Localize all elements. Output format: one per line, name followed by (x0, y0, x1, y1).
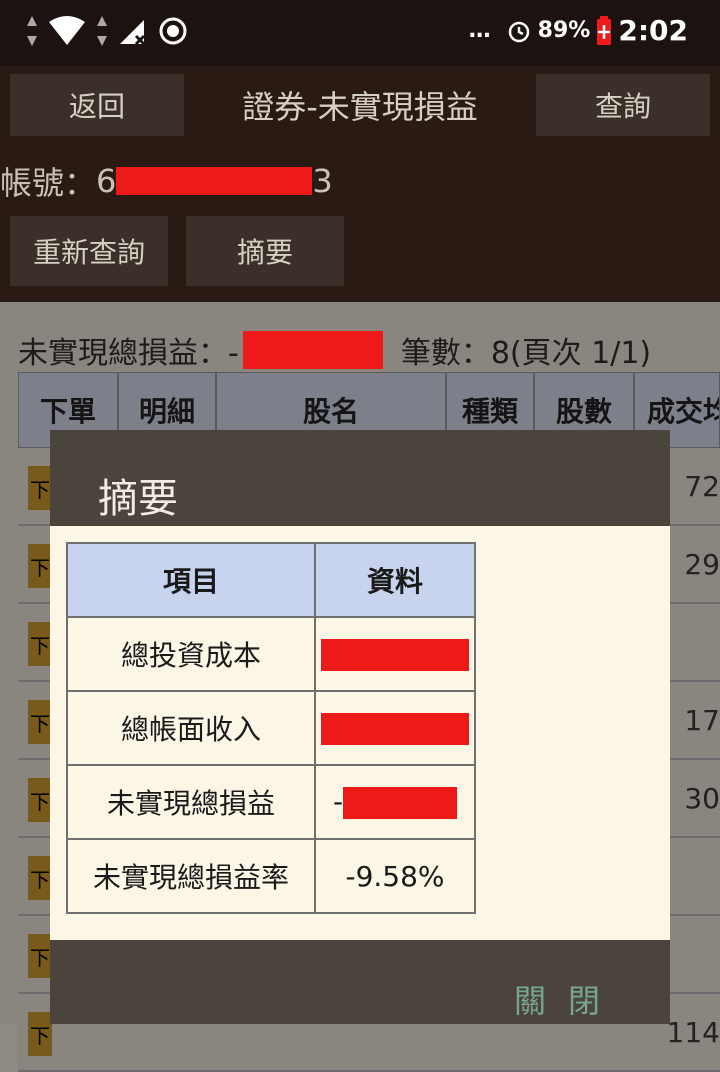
header-item: 項目 (66, 542, 316, 618)
app-header: 返回 證券-未實現損益 查詢 帳號： 6 3 重新查詢 摘要 (0, 66, 720, 302)
dialog-body: 項目 資料 總投資成本 總帳面收入 未實現總損益 - 未實現總損益率 -9.58… (50, 526, 670, 940)
order-button[interactable]: 下 (28, 934, 52, 978)
battery-icon (597, 15, 612, 45)
page-title: 證券-未實現損益 (242, 88, 478, 126)
record-count: 筆數：8(頁次 1/1) (400, 336, 652, 371)
unrealized-pl-label: 未實現總損益 (66, 764, 316, 840)
total-cost-label: 總投資成本 (66, 616, 316, 692)
order-button[interactable]: 下 (28, 1012, 52, 1056)
summary-table: 項目 資料 總投資成本 總帳面收入 未實現總損益 - 未實現總損益率 -9.58… (66, 542, 476, 914)
unrealized-pl-rate-label: 未實現總損益率 (66, 838, 316, 914)
row-price: 30 (684, 782, 720, 815)
query-button[interactable]: 查詢 (536, 74, 710, 136)
order-button[interactable]: 下 (28, 700, 52, 744)
value-redaction (343, 787, 458, 819)
cell-signal-icon (120, 20, 146, 46)
header-data: 資料 (314, 542, 476, 618)
unrealized-total-label: 未實現總損益：- (18, 336, 239, 371)
unrealized-total-line: 未實現總損益：- 筆數：8(頁次 1/1) (18, 328, 651, 372)
summary-button[interactable]: 摘要 (186, 216, 344, 286)
dialog-footer: 關閉 (50, 940, 670, 1024)
requery-button[interactable]: 重新查詢 (10, 216, 168, 286)
book-income-value (314, 690, 476, 766)
row-price: 72 (684, 470, 720, 503)
wifi-icon (49, 16, 85, 45)
account-number: 帳號： 6 3 (0, 158, 333, 204)
clock-time: 2:02 (618, 14, 688, 47)
book-income-label: 總帳面收入 (66, 690, 316, 766)
status-bar: … 89% 2:02 (0, 0, 720, 66)
battery-percent: 89% (537, 18, 591, 43)
dialog-title-bar: 摘要 (50, 430, 670, 526)
unrealized-pl-rate-value: -9.58% (314, 838, 476, 914)
total-redaction (242, 331, 383, 369)
order-button[interactable]: 下 (28, 856, 52, 900)
table-row: 總帳面收入 (66, 690, 476, 766)
summary-dialog: 摘要 項目 資料 總投資成本 總帳面收入 未實現總損益 - 未實現總損益率 -9… (50, 430, 670, 1024)
dialog-title: 摘要 (98, 476, 178, 522)
account-suffix: 3 (312, 162, 333, 200)
row-price: 114 (666, 1016, 720, 1049)
alarm-icon (508, 21, 529, 42)
table-row: 未實現總損益率 -9.58% (66, 838, 476, 914)
data-arrows-icon (97, 16, 107, 46)
account-redaction (116, 167, 313, 195)
value-redaction (321, 713, 469, 745)
table-row: 總投資成本 (66, 616, 476, 692)
order-button[interactable]: 下 (28, 544, 52, 588)
value-redaction (321, 639, 469, 671)
order-button[interactable]: 下 (28, 622, 52, 666)
row-price: 17 (684, 704, 720, 737)
record-icon (159, 17, 187, 45)
more-notifications: … (468, 18, 492, 43)
account-prefix: 6 (96, 162, 117, 200)
order-button[interactable]: 下 (28, 778, 52, 822)
status-left (26, 14, 188, 48)
data-arrows-icon (27, 16, 37, 46)
total-cost-value (314, 616, 476, 692)
summary-header-row: 項目 資料 (66, 542, 476, 618)
unrealized-pl-value: - (314, 764, 476, 840)
close-button[interactable]: 關閉 (514, 976, 622, 1022)
row-price: 29 (684, 548, 720, 581)
table-row: 未實現總損益 - (66, 764, 476, 840)
status-right: … 89% 2:02 (469, 14, 688, 47)
back-button[interactable]: 返回 (10, 74, 184, 136)
account-label: 帳號： (0, 164, 97, 202)
order-button[interactable]: 下 (28, 466, 52, 510)
